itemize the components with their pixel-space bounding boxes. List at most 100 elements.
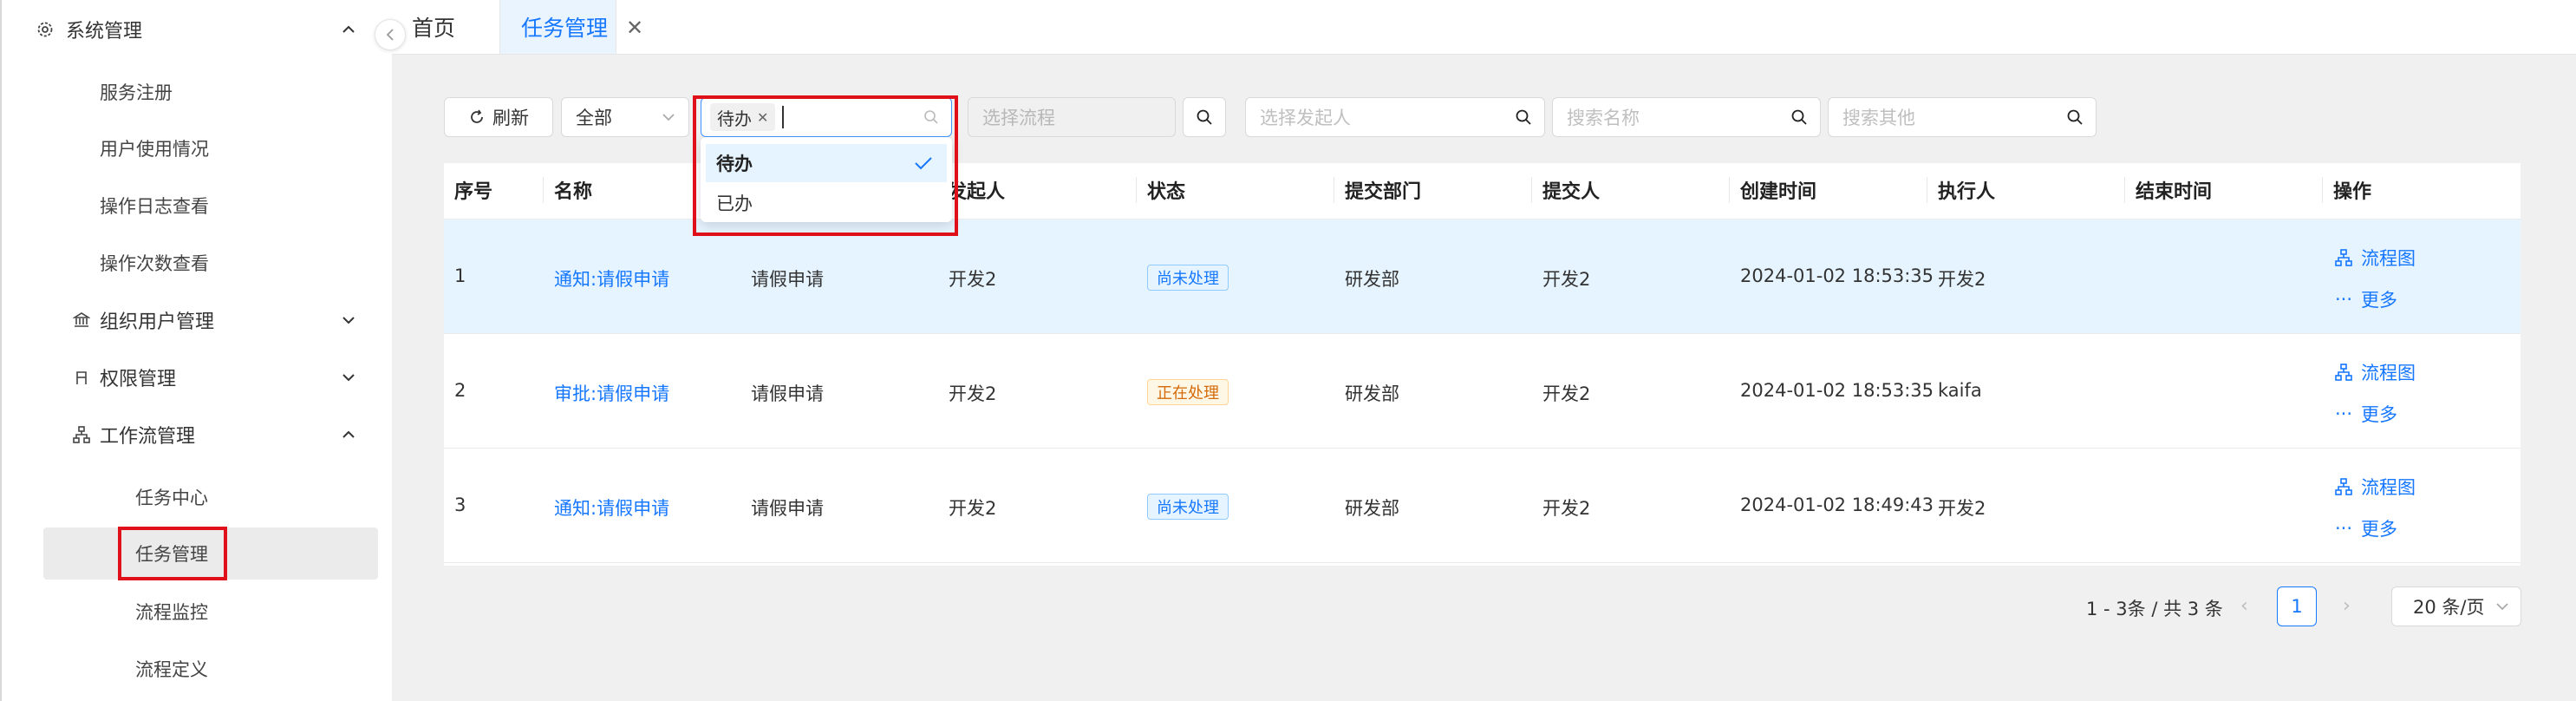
- sidebar: 系统管理 服务注册 用户使用情况 操作日志查看 操作次数查看 组织用户管理 权限…: [2, 0, 393, 701]
- search-icon[interactable]: [1515, 108, 1532, 126]
- cell-dept: 研发部: [1345, 498, 1399, 519]
- ellipsis-icon: ···: [2335, 403, 2353, 424]
- process-placeholder: 选择流程: [982, 108, 1055, 128]
- sidebar-item-label: 任务中心: [135, 488, 208, 508]
- header-ended: 结束时间: [2136, 181, 2213, 203]
- cell-no: 3: [454, 495, 466, 515]
- refresh-button[interactable]: 刷新: [444, 97, 553, 137]
- menu-workflow-label: 工作流管理: [100, 426, 196, 448]
- header-name: 名称: [554, 181, 593, 203]
- menu-system-label: 系统管理: [66, 21, 143, 43]
- cell-name-link[interactable]: 通知:请假申请: [554, 265, 669, 292]
- chevron-up-icon: [342, 23, 355, 36]
- cell-dept: 研发部: [1345, 383, 1399, 404]
- flowchart-label: 流程图: [2361, 363, 2416, 383]
- tab-task-management[interactable]: 任务管理: [499, 0, 616, 54]
- chevron-down-icon: [342, 313, 355, 327]
- process-search-button[interactable]: [1183, 97, 1226, 137]
- search-icon: [1197, 109, 1212, 125]
- page-number-current[interactable]: 1: [2277, 586, 2317, 626]
- menu-permission-management[interactable]: 权限管理: [2, 353, 392, 402]
- column-divider: [2124, 177, 2125, 203]
- cell-submitter: 开发2: [1542, 269, 1591, 290]
- hierarchy-icon: [2335, 364, 2352, 381]
- flowchart-link[interactable]: 流程图: [2335, 245, 2416, 271]
- cell-process: 请假申请: [751, 383, 824, 404]
- page-size-select[interactable]: 20 条/页: [2391, 586, 2521, 626]
- ellipsis-icon: ···: [2335, 289, 2353, 310]
- tab-home[interactable]: 首页: [412, 0, 455, 54]
- scope-select[interactable]: 全部: [561, 97, 689, 137]
- highlight-box-status-filter: [693, 95, 958, 236]
- menu-org-user-management[interactable]: 组织用户管理: [2, 296, 392, 344]
- status-badge: 尚未处理: [1147, 494, 1229, 520]
- chevron-down-icon: [662, 114, 675, 121]
- chevron-up-icon: [342, 428, 355, 442]
- menu-workflow-management[interactable]: 工作流管理: [2, 410, 392, 459]
- cell-executor: 开发2: [1938, 269, 1986, 290]
- process-select: 选择流程: [968, 97, 1176, 137]
- initiator-input[interactable]: 选择发起人: [1245, 97, 1545, 137]
- scope-select-value: 全部: [576, 108, 612, 128]
- search-icon[interactable]: [2066, 108, 2084, 126]
- chevron-down-icon: [342, 370, 355, 384]
- prev-page-icon[interactable]: ‹: [2240, 595, 2248, 617]
- cell-executor: 开发2: [1938, 498, 1986, 519]
- cell-submitter: 开发2: [1542, 498, 1591, 519]
- menu-org-label: 组织用户管理: [100, 311, 215, 333]
- menu-permission-label: 权限管理: [100, 369, 177, 390]
- cell-created: 2024-01-02 18:53:35: [1740, 380, 1934, 401]
- more-label: 更多: [2361, 404, 2397, 425]
- tab-bar: 首页 任务管理: [392, 0, 2576, 55]
- bank-icon: [71, 310, 92, 331]
- header-executor: 执行人: [1938, 181, 1996, 203]
- other-search-input[interactable]: 搜索其他: [1828, 97, 2097, 137]
- column-divider: [543, 177, 544, 203]
- cell-submitter: 开发2: [1542, 383, 1591, 404]
- cell-created: 2024-01-02 18:49:43: [1740, 495, 1934, 515]
- initiator-placeholder: 选择发起人: [1260, 108, 1351, 128]
- name-placeholder: 搜索名称: [1567, 108, 1640, 128]
- header-no: 序号: [454, 181, 493, 203]
- more-link[interactable]: ··· 更多: [2335, 286, 2397, 312]
- chevron-down-icon: [2496, 603, 2508, 611]
- flowchart-link[interactable]: 流程图: [2335, 474, 2416, 500]
- column-divider: [1136, 177, 1137, 203]
- flowchart-link[interactable]: 流程图: [2335, 359, 2416, 385]
- header-status: 状态: [1147, 181, 1186, 203]
- page-size-value: 20 条/页: [2413, 597, 2485, 618]
- cell-name-link[interactable]: 审批:请假申请: [554, 380, 669, 406]
- sidebar-collapse-button[interactable]: [375, 19, 406, 50]
- user-icon: [71, 367, 92, 388]
- next-page-icon[interactable]: ›: [2343, 595, 2351, 617]
- hierarchy-icon: [2335, 249, 2352, 266]
- flowchart-label: 流程图: [2361, 477, 2416, 498]
- cell-initiator: 开发2: [949, 383, 997, 404]
- flowchart-label: 流程图: [2361, 248, 2416, 269]
- tab-close-icon[interactable]: ✕: [626, 16, 643, 40]
- more-link[interactable]: ··· 更多: [2335, 401, 2397, 427]
- column-divider: [2322, 177, 2323, 203]
- cell-process: 请假申请: [751, 269, 824, 290]
- sidebar-item-label: 流程监控: [135, 602, 208, 623]
- more-label: 更多: [2361, 519, 2397, 540]
- cell-name-link[interactable]: 通知:请假申请: [554, 495, 669, 521]
- menu-system-management[interactable]: 系统管理: [2, 5, 392, 54]
- more-link[interactable]: ··· 更多: [2335, 515, 2397, 541]
- highlight-box-task-management: [118, 527, 227, 580]
- cell-created: 2024-01-02 18:53:35: [1740, 265, 1934, 286]
- pagination-summary: 1 - 3条 / 共 3 条: [2086, 599, 2223, 619]
- sidebar-item-label: 服务注册: [100, 82, 173, 103]
- gear-icon: [35, 19, 55, 40]
- column-divider: [1531, 177, 1532, 203]
- hierarchy-icon: [71, 424, 92, 445]
- more-label: 更多: [2361, 290, 2397, 311]
- name-search-input[interactable]: 搜索名称: [1552, 97, 1821, 137]
- sidebar-item-label: 操作次数查看: [100, 253, 209, 274]
- search-icon[interactable]: [1790, 108, 1808, 126]
- column-divider: [1729, 177, 1730, 203]
- cell-initiator: 开发2: [949, 269, 997, 290]
- sidebar-item-label: 用户使用情况: [100, 139, 209, 160]
- header-created: 创建时间: [1740, 181, 1817, 203]
- cell-no: 2: [454, 380, 466, 401]
